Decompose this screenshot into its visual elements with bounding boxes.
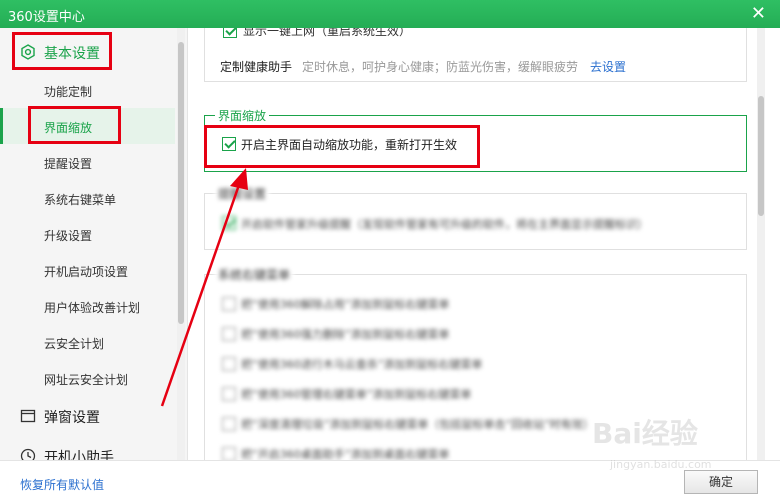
sidebar-category-label: 开机小助手 <box>44 450 114 460</box>
sidebar-category-startup-helper[interactable]: 开机小助手 <box>0 438 175 460</box>
sidebar-item-feature-custom[interactable]: 功能定制 <box>0 72 175 108</box>
sidebar-item-label: 云安全计划 <box>44 337 105 351</box>
clock-icon <box>20 448 36 460</box>
annotation-box-interface-zoom <box>28 106 121 144</box>
sidebar-item-label: 网址云安全计划 <box>44 373 129 387</box>
popup-window-icon <box>20 409 36 423</box>
group-reminders: 提醒设置 开启软件管家升级提醒（发现软件管家有可升级的软件，将在主界面显示提醒标… <box>204 185 747 250</box>
watermark-brand: Bai经验 <box>592 417 698 450</box>
checkbox-context-item[interactable] <box>222 357 236 371</box>
settings-window: 360设置中心 ✕ 基本设置 功能定制 界面缩放 提醒设置 系统右键菜单 升级设… <box>0 0 780 500</box>
sidebar: 基本设置 功能定制 界面缩放 提醒设置 系统右键菜单 升级设置 开机启动项设置 … <box>0 28 188 460</box>
sidebar-item-context-menu[interactable]: 系统右键菜单 <box>0 180 175 216</box>
settings-content: 显示一键上网（重启系统生效） 定制健康助手 定时休息，呵护身心健康；防蓝光伤害，… <box>189 28 757 460</box>
checkbox-context-item[interactable] <box>222 387 236 401</box>
context-menu-option: 把“深度清理垃圾”添加到鼠标右键菜单（包括鼠标单击“回收站”时有效） <box>241 418 594 431</box>
sidebar-item-label: 升级设置 <box>44 229 93 243</box>
window-title: 360设置中心 <box>8 10 85 25</box>
sidebar-scrollbar[interactable] <box>177 28 185 460</box>
sidebar-item-url-cloud-security[interactable]: 网址云安全计划 <box>0 360 175 396</box>
sidebar-item-label: 用户体验改善计划 <box>44 301 141 315</box>
checkbox-context-item[interactable] <box>222 297 236 311</box>
context-menu-option: 把“开启360桌面助手”添加到桌面右键菜单 <box>241 448 450 460</box>
context-menu-option: 把“使用360管理右键菜单”添加到鼠标右键菜单 <box>241 388 472 401</box>
checkbox-context-item[interactable] <box>222 417 236 431</box>
title-bar[interactable]: 360设置中心 ✕ <box>0 0 780 28</box>
sidebar-item-startup-items[interactable]: 开机启动项设置 <box>0 252 175 288</box>
sidebar-item-label: 功能定制 <box>44 85 93 99</box>
health-helper-description: 定时休息，呵护身心健康；防蓝光伤害，缓解眼疲劳 <box>302 60 579 74</box>
option-upgrade-reminder: 开启软件管家升级提醒（发现软件管家有可升级的软件，将在主界面显示提醒标识） <box>241 218 648 231</box>
sidebar-item-ux-program[interactable]: 用户体验改善计划 <box>0 288 175 324</box>
context-menu-option: 把“使用360强力删除”添加到鼠标右键菜单 <box>241 328 450 341</box>
option-one-click-internet: 显示一键上网（重启系统生效） <box>243 28 412 38</box>
close-icon[interactable]: ✕ <box>751 3 766 24</box>
sidebar-item-cloud-security[interactable]: 云安全计划 <box>0 324 175 360</box>
annotation-box-auto-zoom-option <box>204 125 480 168</box>
health-helper-label: 定制健康助手 <box>220 60 293 74</box>
watermark-url: jingyan.baidu.com <box>610 458 712 471</box>
sidebar-category-label: 弹窗设置 <box>44 410 100 426</box>
restore-defaults-link[interactable]: 恢复所有默认值 <box>20 476 104 493</box>
checkbox-context-item[interactable] <box>222 447 236 460</box>
content-scrollbar-thumb[interactable] <box>758 96 764 216</box>
context-menu-option: 把“使用360进行木马云查杀”添加到鼠标右键菜单 <box>241 358 483 371</box>
sidebar-item-reminders[interactable]: 提醒设置 <box>0 144 175 180</box>
sidebar-item-label: 系统右键菜单 <box>44 193 117 207</box>
group-title-reminders: 提醒设置 <box>215 185 270 202</box>
health-helper-settings-link[interactable]: 去设置 <box>590 58 626 75</box>
content-scrollbar[interactable] <box>757 28 765 460</box>
sidebar-category-popup-settings[interactable]: 弹窗设置 <box>0 398 175 434</box>
context-menu-option: 把“使用360解除占用”添加到鼠标右键菜单 <box>241 298 450 311</box>
group-feature-custom: 显示一键上网（重启系统生效） 定制健康助手 定时休息，呵护身心健康；防蓝光伤害，… <box>204 28 747 82</box>
checkbox-upgrade-reminder[interactable] <box>222 216 236 230</box>
checkbox-one-click-internet[interactable] <box>223 28 237 38</box>
sidebar-scrollbar-thumb[interactable] <box>178 42 184 324</box>
sidebar-item-label: 提醒设置 <box>44 157 93 171</box>
checkbox-context-item[interactable] <box>222 327 236 341</box>
baidu-watermark: Bai经验 jingyan.baidu.com <box>592 412 772 484</box>
sidebar-item-upgrade[interactable]: 升级设置 <box>0 216 175 252</box>
group-title-interface-zoom: 界面缩放 <box>215 107 270 124</box>
sidebar-item-label: 开机启动项设置 <box>44 265 129 279</box>
annotation-box-basic-settings <box>12 32 112 70</box>
group-title-context-menu: 系统右键菜单 <box>215 266 294 283</box>
